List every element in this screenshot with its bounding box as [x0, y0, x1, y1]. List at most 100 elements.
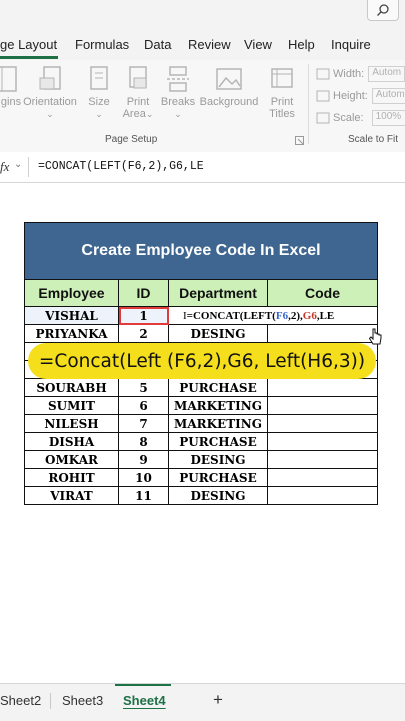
table-row: PRIYANKA 2 DESING [24, 324, 378, 343]
page-setup-group-label: Page Setup [105, 134, 158, 145]
tab-view[interactable]: View [244, 37, 272, 52]
tab-page-layout[interactable]: ge Layout [0, 37, 57, 52]
sheet-tab-sheet2[interactable]: Sheet2 [0, 693, 41, 708]
margins-icon [0, 66, 17, 92]
table-row: VIRAT 11 DESING [24, 486, 378, 505]
code-cell[interactable] [267, 414, 378, 433]
breaks-icon [167, 66, 189, 92]
id-cell[interactable]: 2 [118, 324, 169, 343]
fx-icon[interactable]: fx [0, 159, 9, 175]
tab-formulas[interactable]: Formulas [75, 37, 129, 52]
code-cell[interactable] [267, 324, 378, 343]
scale-icon [316, 112, 330, 124]
table-row: VISHAL 1 I=CONCAT(LEFT(F6,2),G6,LE [24, 306, 378, 325]
employee-cell[interactable]: SOURABH [24, 378, 119, 397]
search-icon [377, 4, 389, 16]
height-control[interactable]: Height: Autom [316, 88, 405, 104]
ribbon-tabs: ge Layout Formulas Data Review View Help… [0, 28, 405, 60]
formula-callout: =Concat(Left (F6,2),G6, Left(H6,3)) [28, 343, 376, 379]
code-cell[interactable] [267, 378, 378, 397]
employee-cell[interactable]: SUMIT [24, 396, 119, 415]
print-area-icon [129, 66, 147, 89]
table-row: ROHIT 10 PURCHASE [24, 468, 378, 487]
table-row: NILESH 7 MARKETING [24, 414, 378, 433]
employee-cell[interactable]: PRIYANKA [24, 324, 119, 343]
table-row: SOURABH 5 PURCHASE [24, 378, 378, 397]
header-department[interactable]: Department [168, 279, 268, 307]
header-id[interactable]: ID [118, 279, 169, 307]
tab-review[interactable]: Review [188, 37, 231, 52]
department-cell[interactable]: DESING [168, 450, 268, 469]
department-cell[interactable]: PURCHASE [168, 378, 268, 397]
department-cell[interactable]: DESING [168, 324, 268, 343]
code-cell[interactable] [267, 432, 378, 451]
department-cell[interactable]: PURCHASE [168, 432, 268, 451]
height-icon [316, 90, 330, 102]
chevron-down-icon[interactable]: ⌄ [14, 159, 22, 170]
print-area-button[interactable]: Print Area⌄ [120, 64, 156, 120]
title-bar [0, 0, 405, 28]
hand-cursor-icon [368, 328, 382, 345]
formula-bar: fx ⌄ =CONCAT(LEFT(F6,2),G6,LE [0, 152, 405, 183]
sheet-tab-bar: Sheet2 Sheet3 Sheet4 + [0, 683, 405, 721]
table-row: DISHA 8 PURCHASE [24, 432, 378, 451]
ribbon-page-layout: gins Orientation ⌄ Size ⌄ Print Area⌄ Brea… [0, 60, 405, 153]
active-sheet-indicator [115, 684, 171, 686]
orientation-button[interactable]: Orientation ⌄ [22, 64, 78, 120]
add-sheet-button[interactable]: + [213, 690, 223, 710]
orientation-icon [39, 66, 61, 90]
size-icon [90, 66, 108, 90]
size-button[interactable]: Size ⌄ [84, 64, 114, 120]
id-cell[interactable]: 8 [118, 432, 169, 451]
code-cell[interactable] [267, 450, 378, 469]
id-cell[interactable]: 11 [118, 486, 169, 505]
table-title[interactable]: Create Employee Code In Excel [24, 222, 378, 280]
print-titles-button[interactable]: Print Titles [264, 64, 300, 120]
header-employee[interactable]: Employee [24, 279, 119, 307]
sheet-tab-sheet3[interactable]: Sheet3 [62, 693, 103, 708]
employee-cell[interactable]: ROHIT [24, 468, 119, 487]
worksheet-grid[interactable]: Create Employee Code In Excel Employee I… [0, 183, 405, 683]
department-cell[interactable]: MARKETING [168, 414, 268, 433]
id-cell[interactable]: 10 [118, 468, 169, 487]
scale-control[interactable]: Scale: 100% [316, 110, 405, 126]
department-cell[interactable]: MARKETING [168, 396, 268, 415]
editing-formula-cell[interactable]: I=CONCAT(LEFT(F6,2),G6,LE [168, 306, 378, 325]
code-cell[interactable] [267, 396, 378, 415]
id-cell[interactable]: 5 [118, 378, 169, 397]
formula-bar-divider [28, 157, 29, 177]
code-cell[interactable] [267, 486, 378, 505]
employee-cell[interactable]: OMKAR [24, 450, 119, 469]
employee-cell[interactable]: DISHA [24, 432, 119, 451]
code-cell[interactable] [267, 468, 378, 487]
group-separator [308, 64, 309, 144]
tab-inquire[interactable]: Inquire [331, 37, 371, 52]
background-button[interactable]: Background [198, 64, 260, 108]
width-icon [316, 68, 330, 80]
tab-separator [50, 693, 51, 709]
breaks-button[interactable]: Breaks ⌄ [160, 64, 196, 120]
dialog-launcher-icon[interactable] [295, 136, 304, 145]
print-titles-icon [271, 68, 293, 88]
tab-help[interactable]: Help [288, 37, 315, 52]
department-cell[interactable]: DESING [168, 486, 268, 505]
id-cell[interactable]: 1 [118, 306, 169, 325]
employee-cell[interactable]: NILESH [24, 414, 119, 433]
department-cell[interactable]: PURCHASE [168, 468, 268, 487]
active-tab-indicator [0, 56, 58, 59]
background-icon [216, 68, 242, 90]
header-code[interactable]: Code [267, 279, 378, 307]
table-row: OMKAR 9 DESING [24, 450, 378, 469]
formula-input[interactable]: =CONCAT(LEFT(F6,2),G6,LE [38, 160, 204, 173]
sheet-tab-sheet4[interactable]: Sheet4 [123, 693, 166, 708]
id-cell[interactable]: 9 [118, 450, 169, 469]
width-control[interactable]: Width: Autom [316, 66, 405, 82]
employee-cell[interactable]: VISHAL [24, 306, 119, 325]
employee-cell[interactable]: VIRAT [24, 486, 119, 505]
id-cell[interactable]: 7 [118, 414, 169, 433]
tab-data[interactable]: Data [144, 37, 171, 52]
scale-to-fit-group-label: Scale to Fit [348, 134, 399, 145]
table-row: SUMIT 6 MARKETING [24, 396, 378, 415]
search-button[interactable] [367, 0, 399, 21]
id-cell[interactable]: 6 [118, 396, 169, 415]
